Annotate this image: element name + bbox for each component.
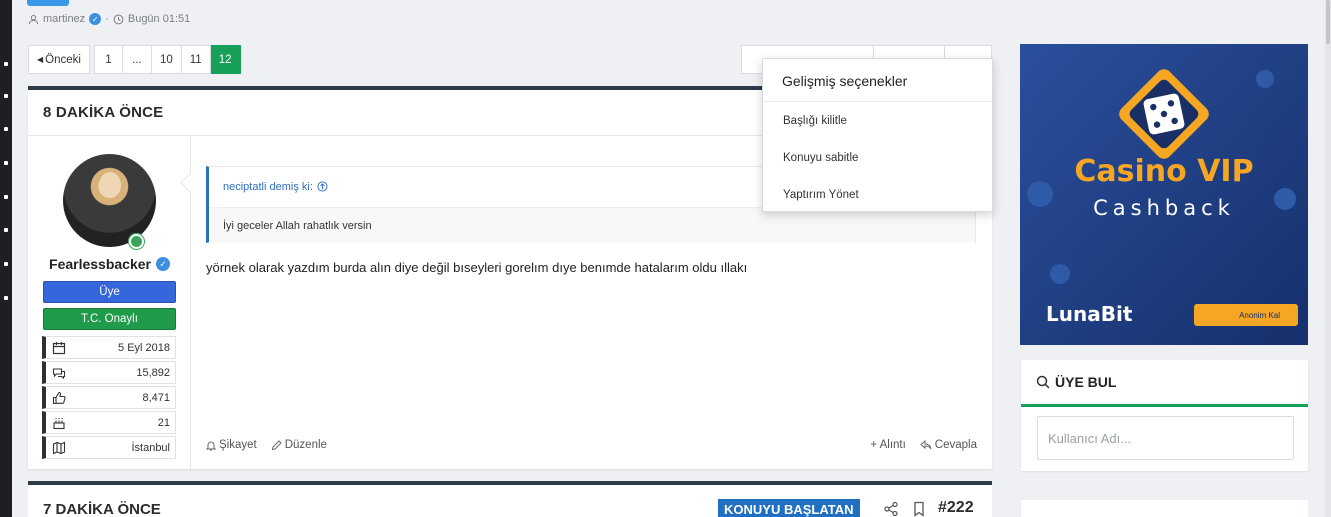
- bell-icon: [206, 441, 216, 450]
- thread-starter-badge: KONUYU BAŞLATAN: [718, 499, 860, 517]
- post-number[interactable]: #222: [938, 499, 974, 517]
- post-time[interactable]: 8 DAKİKA ÖNCE: [43, 104, 163, 121]
- cake-icon: [53, 417, 65, 429]
- messages-icon: [52, 367, 66, 379]
- search-icon: [1036, 375, 1050, 389]
- verified-icon: ✓: [155, 257, 170, 271]
- ad-brand: LunaBit: [1046, 302, 1133, 326]
- verified-icon: ✓: [89, 13, 102, 25]
- sidebar-widget: [1021, 500, 1308, 517]
- menu-item-manage-sanctions[interactable]: Yaptırım Yönet: [763, 176, 992, 213]
- next-post-card: 7 DAKİKA ÖNCE KONUYU BAŞLATAN #222: [28, 481, 992, 517]
- menu-title: Gelişmiş seçenekler: [763, 59, 992, 102]
- calendar-icon: [52, 341, 66, 354]
- page-12-current[interactable]: 12: [210, 45, 241, 74]
- user-role-badge: Üye: [43, 281, 176, 303]
- menu-item-lock-thread[interactable]: Başlığı kilitle: [763, 102, 992, 139]
- prev-page-button[interactable]: ◀ Önceki: [28, 45, 90, 74]
- left-rail: [0, 0, 12, 517]
- advanced-options-menu: Gelişmiş seçenekler Başlığı kilitle Konu…: [762, 58, 993, 212]
- stat-age: 21: [42, 411, 176, 434]
- find-member-widget: ÜYE BUL: [1021, 360, 1308, 471]
- stat-join-date: 5 Eyl 2018: [42, 336, 176, 359]
- widget-header: ÜYE BUL: [1021, 360, 1308, 407]
- reply-icon: [920, 440, 932, 450]
- post-actions-left: Şikayet Düzenle: [206, 439, 327, 451]
- menu-item-pin-thread[interactable]: Konuyu sabitle: [763, 139, 992, 176]
- online-status-icon: [128, 233, 145, 250]
- arrow-up-circle-icon[interactable]: [317, 181, 328, 192]
- ad-headline: Casino VIP: [1074, 154, 1254, 189]
- thread-meta: martinez ✓ · Bugün 01:51: [28, 13, 190, 25]
- share-icon[interactable]: [883, 501, 899, 517]
- page-list: 1 ... 10 11 12: [93, 45, 241, 74]
- reply-button[interactable]: Cevapla: [920, 439, 977, 451]
- user-icon: [28, 14, 39, 24]
- bookmark-icon[interactable]: [911, 501, 927, 517]
- report-button[interactable]: Şikayet: [206, 439, 257, 451]
- stat-messages: 15,892: [42, 361, 176, 384]
- user-panel: Fearlessbacker ✓ Üye T.C. Onaylı 5 Eyl 2…: [28, 136, 191, 469]
- post-message: yörnek olarak yazdım burda alın diye değ…: [206, 260, 748, 275]
- page-11-link[interactable]: 11: [181, 45, 211, 74]
- thread-title: [76, 0, 226, 2]
- page-ellipsis[interactable]: ...: [122, 45, 152, 74]
- ad-tag: Anonim Kal: [1194, 304, 1298, 326]
- next-post-time[interactable]: 7 DAKİKA ÖNCE: [43, 501, 161, 517]
- quote-button[interactable]: + Alıntı: [870, 439, 905, 451]
- edit-button[interactable]: Düzenle: [271, 439, 327, 451]
- thread-time[interactable]: Bugün 01:51: [128, 13, 190, 25]
- stat-location: İstanbul: [42, 436, 176, 459]
- clock-icon: [113, 14, 124, 24]
- thumbs-up-icon: [52, 391, 66, 404]
- avatar[interactable]: [63, 154, 156, 247]
- map-icon: [52, 441, 66, 454]
- page-1-link[interactable]: 1: [93, 45, 123, 74]
- stat-reactions: 8,471: [42, 386, 176, 409]
- ad-subline: Cashback: [1093, 196, 1235, 220]
- thread-author[interactable]: martinez: [43, 13, 85, 25]
- username[interactable]: Fearlessbacker ✓: [28, 256, 191, 272]
- post-actions-right: + Alıntı Cevapla: [870, 439, 977, 451]
- username-search-input[interactable]: [1037, 416, 1294, 460]
- page-10-link[interactable]: 10: [151, 45, 182, 74]
- tc-verified-badge: T.C. Onaylı: [43, 308, 176, 330]
- thread-prefix-tag[interactable]: [27, 0, 69, 6]
- page-scrollbar[interactable]: [1325, 0, 1331, 517]
- ad-artwork: [1020, 44, 1308, 345]
- pagination: ◀ Önceki 1 ... 10 11 12: [28, 45, 241, 74]
- pencil-icon: [271, 439, 282, 450]
- chevron-left-icon: ◀: [37, 55, 44, 64]
- user-stats: 5 Eyl 2018 15,892 8,471 21 İstanbul: [42, 336, 176, 461]
- casino-ad-banner[interactable]: Casino VIP Cashback LunaBit Anonim Kal: [1020, 44, 1308, 345]
